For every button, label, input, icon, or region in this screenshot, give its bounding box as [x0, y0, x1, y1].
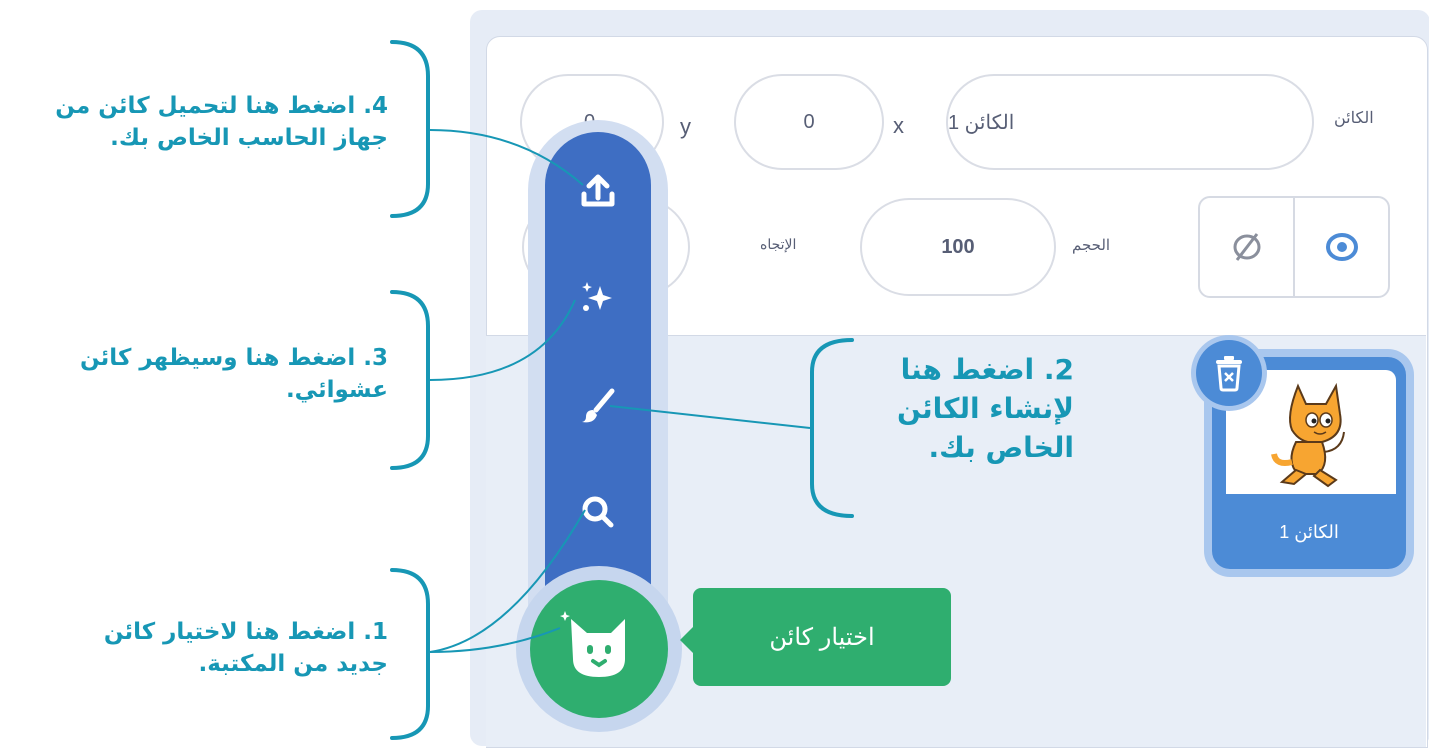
bracket-3 [390, 290, 430, 470]
connector-2 [609, 405, 811, 429]
bracket-1 [390, 568, 430, 740]
connector-3 [429, 299, 576, 381]
annotation-upload: 4. اضغط هنا لتحميل كائن من جهاز الحاسب ا… [55, 93, 388, 152]
bracket-2 [810, 338, 854, 518]
annotation-paint: 2. اضغط هنا لإنشاء الكائن الخاص بك. [896, 353, 1074, 465]
connector-1b [429, 627, 561, 653]
connector-1a [429, 509, 586, 653]
connector-4 [429, 129, 584, 186]
bracket-4 [390, 40, 430, 218]
annotation-surprise: 3. اضغط هنا وسيظهر كائن عشوائي. [79, 345, 388, 404]
annotation-choose: 1. اضغط هنا لاختيار كائن جديد من المكتبة… [103, 619, 388, 678]
